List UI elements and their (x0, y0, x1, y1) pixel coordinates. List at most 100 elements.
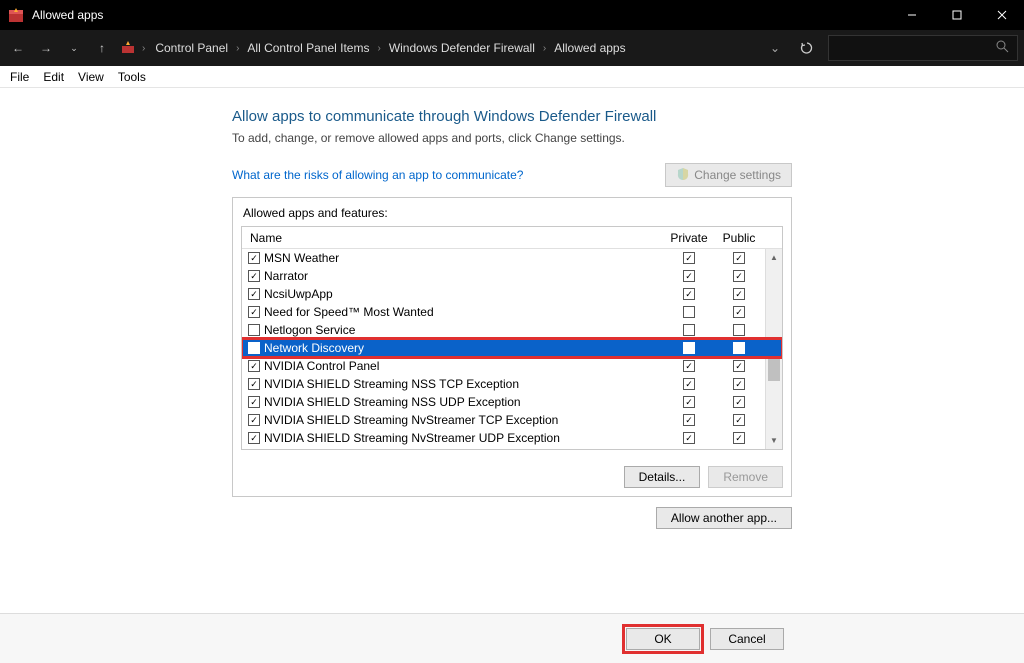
app-name: NVIDIA SHIELD Streaming NSS TCP Exceptio… (264, 377, 519, 391)
checkbox[interactable] (733, 342, 745, 354)
app-name: MSN Weather (264, 251, 339, 265)
checkbox[interactable] (248, 252, 260, 264)
crumb-1[interactable]: All Control Panel Items (247, 41, 369, 55)
checkbox[interactable] (248, 360, 260, 372)
menu-edit[interactable]: Edit (43, 70, 64, 84)
window-title: Allowed apps (32, 8, 103, 22)
breadcrumb: Control Panel› All Control Panel Items› … (155, 41, 625, 55)
list-item[interactable]: NVIDIA SHIELD Streaming NvStreamer TCP E… (242, 411, 782, 429)
cancel-button[interactable]: Cancel (710, 628, 784, 650)
list-item[interactable]: NVIDIA Control Panel (242, 357, 782, 375)
maximize-button[interactable] (934, 0, 979, 30)
allowed-apps-group: Allowed apps and features: Name Private … (232, 197, 792, 497)
checkbox[interactable] (248, 288, 260, 300)
checkbox[interactable] (733, 324, 745, 336)
app-name: NVIDIA SHIELD Streaming NSS UDP Exceptio… (264, 395, 521, 409)
forward-button[interactable]: → (34, 36, 58, 60)
checkbox[interactable] (683, 378, 695, 390)
checkbox[interactable] (683, 252, 695, 264)
address-dropdown[interactable]: ⌄ (764, 37, 786, 59)
checkbox[interactable] (248, 414, 260, 426)
back-button[interactable]: ← (6, 36, 30, 60)
scroll-up-icon[interactable]: ▲ (766, 249, 782, 266)
menu-view[interactable]: View (78, 70, 104, 84)
list-item[interactable]: Narrator (242, 267, 782, 285)
up-button[interactable]: ↑ (90, 36, 114, 60)
col-private[interactable]: Private (664, 231, 714, 245)
minimize-button[interactable] (889, 0, 934, 30)
change-settings-label: Change settings (694, 168, 781, 182)
checkbox[interactable] (683, 288, 695, 300)
checkbox[interactable] (683, 360, 695, 372)
breadcrumb-sep: › (142, 43, 145, 54)
crumb-2[interactable]: Windows Defender Firewall (389, 41, 535, 55)
change-settings-button[interactable]: Change settings (665, 163, 792, 187)
allowed-apps-list[interactable]: Name Private Public MSN Weather Narrator N… (241, 226, 783, 450)
checkbox[interactable] (733, 270, 745, 282)
checkbox[interactable] (733, 360, 745, 372)
list-label: Allowed apps and features: (233, 198, 791, 226)
crumb-3[interactable]: Allowed apps (554, 41, 625, 55)
checkbox[interactable] (733, 378, 745, 390)
col-public[interactable]: Public (714, 231, 764, 245)
list-item[interactable]: NVIDIA SHIELD Streaming NvStreamer UDP E… (242, 429, 782, 447)
shield-icon (676, 167, 690, 184)
checkbox[interactable] (733, 306, 745, 318)
checkbox[interactable] (248, 306, 260, 318)
app-name: NVIDIA SHIELD Streaming NvStreamer UDP E… (264, 431, 560, 445)
checkbox[interactable] (683, 396, 695, 408)
list-item[interactable]: Netlogon Service (242, 321, 782, 339)
allow-another-app-button[interactable]: Allow another app... (656, 507, 792, 529)
details-button[interactable]: Details... (624, 466, 701, 488)
checkbox[interactable] (733, 252, 745, 264)
app-name: Narrator (264, 269, 308, 283)
checkbox[interactable] (248, 342, 260, 354)
menu-tools[interactable]: Tools (118, 70, 146, 84)
list-item[interactable]: NcsiUwpApp (242, 285, 782, 303)
list-item[interactable]: NVIDIA SHIELD Streaming SSAS UDP Excepti… (242, 447, 782, 449)
page-heading: Allow apps to communicate through Window… (232, 108, 792, 125)
app-name: Need for Speed™ Most Wanted (264, 305, 434, 319)
risk-link[interactable]: What are the risks of allowing an app to… (232, 168, 523, 182)
checkbox[interactable] (683, 270, 695, 282)
app-name: Netlogon Service (264, 323, 355, 337)
checkbox[interactable] (683, 324, 695, 336)
checkbox[interactable] (733, 396, 745, 408)
search-icon (996, 40, 1009, 56)
list-item[interactable]: NVIDIA SHIELD Streaming NSS TCP Exceptio… (242, 375, 782, 393)
checkbox[interactable] (248, 378, 260, 390)
checkbox[interactable] (248, 324, 260, 336)
ok-button[interactable]: OK (626, 628, 700, 650)
firewall-icon (8, 7, 24, 23)
app-name: NVIDIA SHIELD Streaming NvStreamer TCP E… (264, 413, 558, 427)
search-input[interactable] (828, 35, 1018, 61)
checkbox[interactable] (683, 306, 695, 318)
list-item[interactable]: Network Discovery (242, 339, 782, 357)
checkbox[interactable] (683, 432, 695, 444)
recent-dropdown[interactable]: ⌄ (62, 36, 86, 60)
close-button[interactable] (979, 0, 1024, 30)
app-name: Network Discovery (264, 341, 364, 355)
checkbox[interactable] (733, 288, 745, 300)
remove-button[interactable]: Remove (708, 466, 783, 488)
content: Allow apps to communicate through Window… (0, 88, 1024, 529)
checkbox[interactable] (733, 414, 745, 426)
checkbox[interactable] (248, 270, 260, 282)
list-item[interactable]: MSN Weather (242, 249, 782, 267)
refresh-button[interactable] (794, 35, 820, 61)
col-name[interactable]: Name (242, 231, 664, 245)
checkbox[interactable] (248, 432, 260, 444)
firewall-small-icon (120, 39, 136, 58)
titlebar: Allowed apps (0, 0, 1024, 30)
crumb-0[interactable]: Control Panel (155, 41, 228, 55)
checkbox[interactable] (733, 432, 745, 444)
checkbox[interactable] (683, 414, 695, 426)
checkbox[interactable] (248, 396, 260, 408)
checkbox[interactable] (683, 342, 695, 354)
navbar: ← → ⌄ ↑ › Control Panel› All Control Pan… (0, 30, 1024, 66)
list-item[interactable]: Need for Speed™ Most Wanted (242, 303, 782, 321)
list-item[interactable]: NVIDIA SHIELD Streaming NSS UDP Exceptio… (242, 393, 782, 411)
menu-file[interactable]: File (10, 70, 29, 84)
footer: OK Cancel (0, 613, 1024, 663)
scroll-down-icon[interactable]: ▼ (766, 432, 782, 449)
